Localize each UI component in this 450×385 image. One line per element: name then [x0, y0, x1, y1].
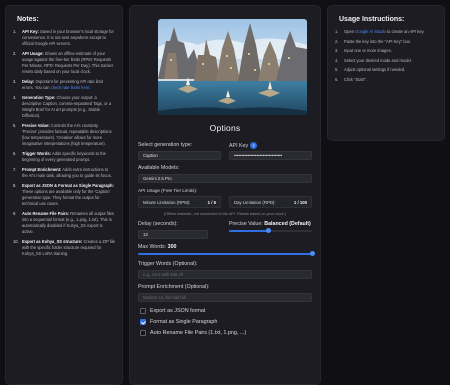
usage-step: 6. Click "Start".	[335, 76, 367, 82]
prompt-enrichment-label: Prompt Enrichment (Optional):	[138, 284, 210, 290]
checkbox-icon[interactable]	[140, 308, 146, 314]
rpd-label: Day Limitation (RPD):	[234, 199, 276, 205]
usage-step: 5. Adjust optional settings if needed.	[335, 67, 406, 73]
models-label: Available Models:	[138, 165, 180, 171]
preview-image	[158, 19, 307, 115]
note-item: 1. API Key: Saved in your browser's local…	[13, 29, 114, 46]
precise-slider-thumb[interactable]	[265, 228, 271, 233]
rate-limits-link[interactable]: check rate limits here	[51, 85, 90, 90]
prompt-enrichment-input[interactable]: Modern UI, life-hall fall	[138, 293, 312, 302]
api-key-label: API Key?	[229, 142, 312, 149]
usage-note: (Offline estimate, not connected to the …	[163, 212, 287, 216]
max-words-label: Max Words: 300	[138, 244, 177, 250]
auto-rename-checkbox[interactable]: Auto Rename File Pairs (1.txt, 1.png, ..…	[138, 330, 312, 336]
google-ai-studio-link[interactable]: Google AI Studio	[355, 29, 386, 34]
max-words-slider[interactable]	[138, 251, 315, 256]
note-item: 5. Precise Value: Controls the AI's creat…	[13, 123, 112, 146]
checkbox-icon[interactable]	[140, 330, 146, 336]
single-paragraph-checkbox[interactable]: Format as Single Paragraph	[138, 319, 312, 325]
usage-step: 3. Input one or more images.	[335, 48, 392, 54]
precise-value: Balanced (Default)	[264, 221, 311, 227]
note-item: 7. Prompt Enrichment: Adds extra instruct…	[13, 167, 112, 178]
usage-step: 2. Paste the key into the "API Key" box.	[335, 38, 412, 44]
max-words-value: 300	[167, 244, 177, 250]
note-item: 4. Generation Type: Choose your output: a…	[13, 95, 112, 118]
rpm-value: 1 / 5	[207, 199, 216, 205]
notes-panel: Notes: 1. API Key: Saved in your browser'…	[5, 5, 123, 385]
usage-title: Usage Instructions:	[339, 16, 405, 23]
note-item: 9. Auto Rename File Pairs: Renames all ou…	[13, 211, 114, 234]
rpd-value: 1 / 100	[293, 199, 307, 205]
rpm-label: Minute Limitation (RPM):	[143, 199, 191, 205]
options-panel: Options Select generation type: Caption …	[129, 5, 321, 385]
export-json-checkbox[interactable]: Export as JSON format	[138, 308, 312, 314]
api-key-input[interactable]: ••••••••••••••••••••••••••••••••	[229, 151, 312, 160]
model-select[interactable]: Gemini 2.5 Pro	[138, 174, 312, 183]
generation-type-select[interactable]: Caption	[138, 151, 221, 160]
precise-label: Precise Value: Balanced (Default)	[229, 221, 311, 227]
usage-panel: Usage Instructions: 1. Open Google AI Stu…	[327, 5, 445, 141]
checkbox-checked-icon[interactable]	[140, 319, 146, 325]
usage-step: 4. Select your desired mode and model.	[335, 57, 412, 63]
usage-label: API Usage (Free Tier Limits):	[138, 188, 198, 193]
notes-title: Notes:	[17, 16, 39, 23]
usage-steps: 1. Open Google AI Studio to create an API…	[335, 29, 437, 83]
usage-step: 1. Open Google AI Studio to create an API…	[335, 29, 425, 34]
generation-type-label: Select generation type:	[138, 142, 193, 148]
trigger-words-input[interactable]: e.g., ks-s with lat5 vfr	[138, 270, 312, 279]
notes-list: 1. API Key: Saved in your browser's local…	[13, 29, 115, 257]
trigger-words-label: Trigger Words (Optional):	[138, 261, 198, 267]
note-item: 8. Export as JSON & Format as Single Para…	[13, 183, 114, 206]
delay-label: Delay (seconds):	[138, 221, 178, 227]
note-item: 10. Export as Kohya_SS structure: Creates…	[13, 239, 115, 256]
note-item: 2. API Usage: Shows an offline estimate o…	[13, 51, 114, 74]
precise-slider[interactable]	[229, 228, 312, 233]
rpd-counter: Day Limitation (RPD): 1 / 100	[229, 196, 312, 208]
note-item: 3. Delay: Important for preventing API ra…	[13, 79, 104, 90]
delay-input[interactable]: 13	[138, 230, 208, 239]
rpm-counter: Minute Limitation (RPM): 1 / 5	[138, 196, 221, 208]
max-words-slider-thumb[interactable]	[309, 251, 315, 256]
help-icon[interactable]: ?	[250, 142, 258, 149]
options-title: Options	[209, 123, 241, 133]
note-item: 6. Trigger Words: Adds specific keywords …	[13, 151, 106, 162]
